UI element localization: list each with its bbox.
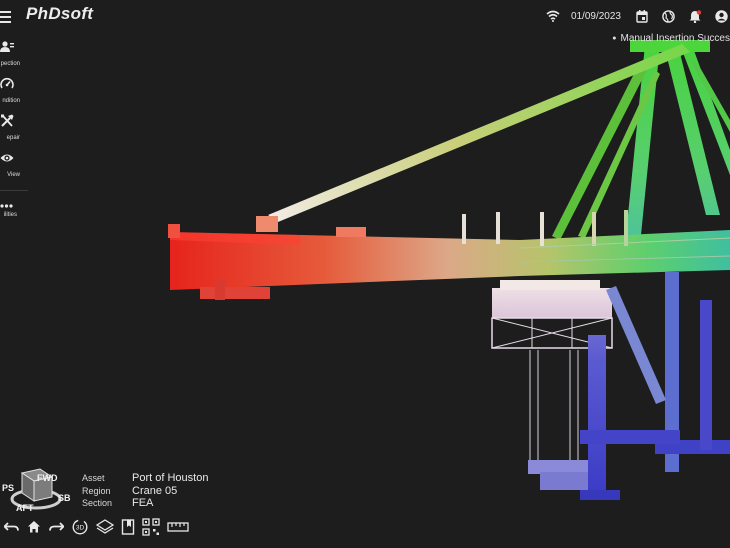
top-bar: PhDsoft 01/09/2023	[0, 0, 730, 32]
hamburger-menu-icon[interactable]	[0, 8, 14, 24]
rotate-3d-label: 3D	[76, 525, 85, 532]
sidebar-item-facilities[interactable]: ilities	[0, 194, 28, 226]
inspector-icon	[0, 40, 14, 54]
tools-icon	[0, 114, 14, 128]
notification-toast[interactable]: ● Manual Insertion Succes	[612, 33, 730, 44]
wifi-icon	[546, 10, 560, 22]
layers-icon[interactable]	[96, 519, 114, 535]
notification-dot-icon: ●	[612, 35, 617, 42]
qr-code-icon[interactable]	[142, 518, 160, 536]
header-actions: 01/09/2023	[539, 7, 730, 25]
viewer-toolbar: 3D	[4, 517, 196, 537]
bell-icon[interactable]	[689, 9, 701, 23]
orientation-cube[interactable]: FWD AFT PS SB	[0, 463, 72, 517]
eye-icon	[0, 151, 14, 165]
section-label: Section	[82, 498, 113, 508]
sidebar-item-label: epair	[6, 135, 20, 141]
asset-info-panel: Asset Port of Houston Region Crane 05 Se…	[82, 472, 208, 510]
user-icon[interactable]	[715, 9, 728, 23]
sidebar-item-label: ilities	[3, 212, 17, 218]
notification-text: Manual Insertion Succes	[620, 33, 730, 44]
home-icon[interactable]	[27, 520, 41, 534]
current-date: 01/09/2023	[570, 10, 621, 22]
rotate-3d-icon[interactable]: 3D	[71, 519, 89, 535]
crane-boom	[168, 210, 730, 300]
sidebar-item-inspection[interactable]: pection	[0, 38, 28, 75]
ruler-icon[interactable]	[167, 521, 189, 533]
crane-3d-viewport[interactable]	[0, 0, 730, 548]
orientation-fwd[interactable]: FWD	[37, 473, 58, 483]
orientation-aft[interactable]: AFT	[16, 503, 34, 513]
sidebar-item-view[interactable]: View	[0, 149, 28, 186]
sidebar-item-label: View	[7, 172, 20, 178]
calendar-icon[interactable]	[636, 9, 648, 23]
region-value: Crane 05	[132, 484, 178, 497]
redo-icon[interactable]	[48, 520, 64, 534]
orientation-ps[interactable]: PS	[2, 483, 14, 493]
sidebar-item-label: pection	[0, 61, 20, 67]
sidebar: pection ndition epair View ilities	[0, 38, 28, 226]
orientation-sb[interactable]: SB	[58, 493, 71, 503]
sidebar-item-repair[interactable]: epair	[0, 112, 28, 149]
sidebar-item-label: ndition	[2, 98, 20, 104]
gauge-icon	[0, 77, 14, 91]
undo-icon[interactable]	[4, 520, 20, 534]
region-label: Region	[82, 485, 111, 496]
bookmark-icon[interactable]	[121, 519, 135, 535]
globe-icon[interactable]	[662, 9, 675, 23]
sidebar-divider	[0, 190, 28, 191]
section-value: FEA	[132, 497, 154, 509]
sidebar-item-condition[interactable]: ndition	[0, 75, 28, 112]
crane-spreader	[528, 350, 590, 490]
asset-label: Asset	[82, 473, 105, 483]
asset-value: Port of Houston	[132, 472, 209, 484]
more-icon	[0, 196, 14, 210]
app-logo: PhDsoft	[26, 4, 94, 23]
